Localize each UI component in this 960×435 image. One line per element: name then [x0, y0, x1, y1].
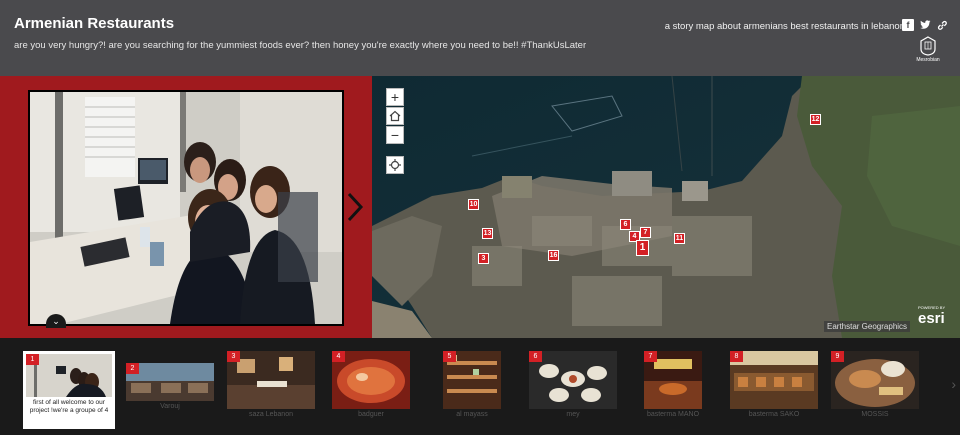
map-pin[interactable]: 11 — [674, 233, 685, 244]
carousel-thumb-image: 9 — [831, 351, 919, 409]
map-pin[interactable]: 12 — [810, 114, 821, 125]
facebook-icon[interactable]: f — [902, 19, 914, 31]
zoom-out-button[interactable]: − — [386, 126, 404, 144]
home-icon — [389, 110, 401, 122]
plus-icon: + — [390, 89, 400, 105]
carousel-item-caption: basterma MANO — [646, 411, 700, 418]
logo-emblem-icon — [920, 36, 936, 56]
chevron-right-icon — [347, 192, 364, 222]
carousel-item-number: 7 — [644, 351, 657, 362]
story-photo[interactable] — [28, 90, 344, 326]
carousel-item[interactable]: 4 badguer — [332, 351, 410, 429]
map-attribution: Earthstar Geographics — [824, 321, 911, 332]
esri-logo[interactable]: esri — [918, 310, 945, 327]
carousel-item[interactable]: 5 al mayass — [443, 351, 501, 429]
carousel-item[interactable]: 8 basterma SAKO — [730, 351, 818, 429]
carousel-item-caption: Varouj — [160, 403, 180, 410]
carousel-item-caption: first of all welcome to our project !we'… — [29, 399, 109, 414]
carousel-thumb-image: 3 — [227, 351, 315, 409]
carousel-thumb-image: 4 — [332, 351, 410, 409]
carousel-item[interactable]: 7 basterma MANO — [644, 351, 702, 429]
carousel-item[interactable]: 2 Varouj — [126, 363, 214, 428]
map-pin[interactable]: 3 — [478, 253, 489, 264]
minus-icon: − — [390, 127, 400, 143]
media-panel: ⌄ — [0, 76, 372, 338]
carousel-item-caption: basterma SAKO — [748, 411, 800, 418]
carousel-thumb-image: 1 — [26, 354, 112, 397]
carousel-item-number: 5 — [443, 351, 456, 362]
story-carousel: 1 first of all welcome to our project !w… — [0, 338, 960, 435]
carousel-item[interactable]: 1 first of all welcome to our project !w… — [23, 351, 115, 429]
carousel-item-caption: badguer — [358, 411, 384, 418]
twitter-icon[interactable] — [919, 19, 931, 31]
carousel-item-number: 6 — [529, 351, 542, 362]
map-pin[interactable]: 16 — [548, 250, 559, 261]
carousel-item[interactable]: 6 mey — [529, 351, 617, 429]
locate-icon — [389, 159, 401, 171]
map-view[interactable]: + − 12 10 13 3 16 6 4 7 1 11 Earthstar G… — [372, 76, 960, 338]
logo-label: Mesrobian — [916, 57, 940, 63]
carousel-next-button[interactable]: › — [951, 376, 956, 392]
carousel-item-number: 3 — [227, 351, 240, 362]
carousel-item-caption: mey — [566, 411, 580, 418]
carousel-item-caption: al mayass — [456, 411, 488, 418]
map-pin[interactable]: 6 — [620, 219, 631, 230]
map-pin[interactable]: 13 — [482, 228, 493, 239]
carousel-thumb-image: 8 — [730, 351, 818, 409]
chevron-right-icon: › — [951, 376, 956, 392]
link-icon[interactable] — [936, 19, 948, 31]
carousel-thumb-image: 2 — [126, 363, 214, 401]
home-button[interactable] — [386, 107, 404, 125]
locate-button[interactable] — [386, 156, 404, 174]
carousel-item-caption: MOSSIS — [861, 411, 889, 418]
app-header: Armenian Restaurants are you very hungry… — [0, 0, 960, 76]
story-main: ⌄ + − 12 10 13 3 16 6 4 7 1 11 Earthstar… — [0, 76, 960, 338]
carousel-thumb-image: 6 — [529, 351, 617, 409]
map-pin[interactable]: 7 — [640, 227, 651, 238]
carousel-item-caption: saza Lebanon — [249, 411, 293, 418]
app-tagline: a story map about armenians best restaur… — [664, 21, 905, 32]
carousel-item-number: 8 — [730, 351, 743, 362]
carousel-item-number: 4 — [332, 351, 345, 362]
carousel-item-number: 2 — [126, 363, 139, 374]
carousel-thumb-image: 7 — [644, 351, 702, 409]
zoom-in-button[interactable]: + — [386, 88, 404, 106]
carousel-thumb-image: 5 — [443, 351, 501, 409]
social-links: f — [902, 19, 948, 31]
school-logo[interactable]: Mesrobian — [910, 36, 946, 70]
app-title: Armenian Restaurants — [14, 15, 175, 32]
carousel-item[interactable]: 9 MOSSIS — [831, 351, 919, 429]
map-pin-selected[interactable]: 1 — [636, 240, 649, 256]
carousel-item-number: 9 — [831, 351, 844, 362]
expand-caption-button[interactable]: ⌄ — [46, 314, 66, 328]
next-arrow-button[interactable] — [346, 192, 364, 229]
carousel-item-number: 1 — [26, 354, 39, 365]
chevron-down-icon: ⌄ — [52, 316, 60, 326]
app-subtitle: are you very hungry?! are you searching … — [14, 40, 587, 51]
map-pin[interactable]: 10 — [468, 199, 479, 210]
carousel-item[interactable]: 3 saza Lebanon — [227, 351, 315, 429]
